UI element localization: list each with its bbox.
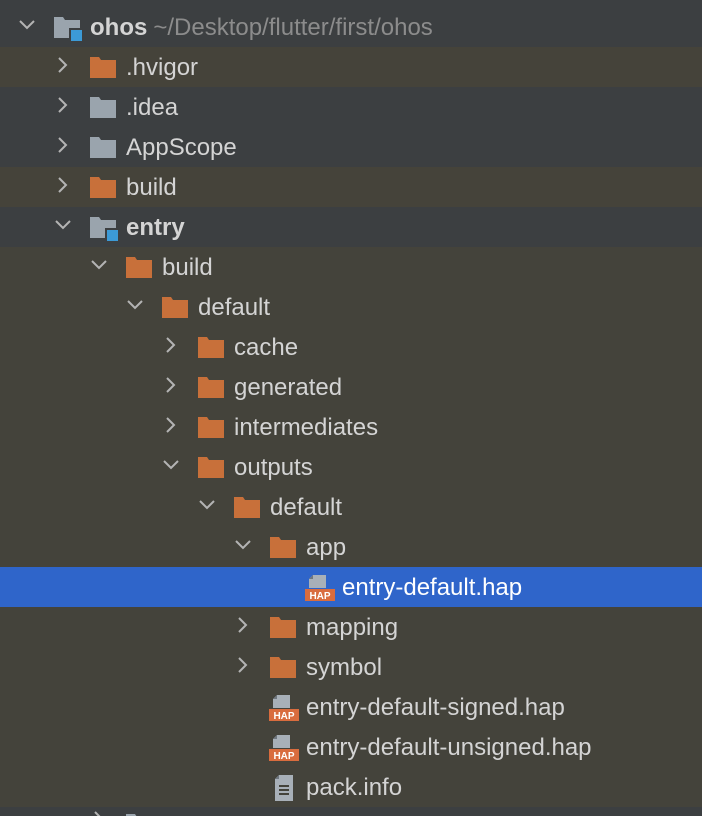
chevron-right-icon[interactable] <box>233 655 253 675</box>
chevron-right-icon[interactable] <box>53 95 73 115</box>
folder-orange-icon <box>197 414 227 442</box>
chevron-down-icon[interactable] <box>89 255 109 275</box>
tree-row-label: ohos ~/Desktop/flutter/first/ohos <box>90 14 433 42</box>
tree-row-intermediates[interactable]: intermediates <box>0 407 702 447</box>
hap-badge-text: HAP <box>309 591 330 602</box>
folder-orange-icon <box>125 254 155 282</box>
tree-row-label: app <box>306 534 347 561</box>
folder-orange-icon <box>197 374 227 402</box>
tree-row-generated[interactable]: generated <box>0 367 702 407</box>
tree-row-app[interactable]: app <box>0 527 702 567</box>
module-folder-icon <box>53 14 83 42</box>
hap-badge-text: HAP <box>273 711 294 722</box>
tree-row-label: entry-default-signed.hap <box>306 694 565 721</box>
folder-orange-icon <box>197 454 227 482</box>
folder-orange-icon <box>269 614 299 642</box>
tree-row-idea[interactable]: .idea <box>0 87 702 127</box>
tree-row-label: mapping <box>306 614 399 641</box>
folder-gray-icon <box>125 811 155 816</box>
tree-row-label: build <box>126 174 177 201</box>
chevron-right-icon <box>89 809 109 816</box>
tree-row-label: pack.info <box>306 774 403 801</box>
tree-row-build[interactable]: build <box>0 167 702 207</box>
folder-orange-icon <box>89 174 119 202</box>
tree-row-entry-default-signed-hap[interactable]: HAP entry-default-signed.hap <box>0 687 702 727</box>
tree-row-label: entry-default-unsigned.hap <box>306 734 592 761</box>
chevron-down-icon[interactable] <box>125 295 145 315</box>
root-path: ~/Desktop/flutter/first/ohos <box>153 14 433 41</box>
project-tree: ohos ~/Desktop/flutter/first/ohos .hvigor… <box>0 0 702 816</box>
tree-row-hvigor[interactable]: .hvigor <box>0 47 702 87</box>
tree-row-outputs[interactable]: outputs <box>0 447 702 487</box>
chevron-down-icon[interactable] <box>161 455 181 475</box>
chevron-right-icon[interactable] <box>53 175 73 195</box>
hap-file-icon: HAP <box>268 694 299 722</box>
folder-gray-icon <box>89 94 119 122</box>
chevron-right-icon[interactable] <box>161 375 181 395</box>
tree-row-appscope[interactable]: AppScope <box>0 127 702 167</box>
module-folder-icon <box>89 214 119 242</box>
tree-row-label: symbol <box>306 654 383 681</box>
tree-row-label: entry <box>126 214 185 241</box>
chevron-right-icon[interactable] <box>161 335 181 355</box>
chevron-down-icon[interactable] <box>233 535 253 555</box>
tree-row-ohos[interactable]: ohos ~/Desktop/flutter/first/ohos <box>0 7 702 47</box>
chevron-right-icon[interactable] <box>53 135 73 155</box>
tree-row-mapping[interactable]: mapping <box>0 607 702 647</box>
tree-row-label: default <box>270 494 343 521</box>
folder-orange-icon <box>161 294 191 322</box>
folder-orange-icon <box>197 334 227 362</box>
folder-gray-icon <box>89 134 119 162</box>
tree-row-label: cache <box>234 334 299 361</box>
tree-row-label: AppScope <box>126 134 237 161</box>
tree-row-label: generated <box>234 374 343 401</box>
tree-row-default[interactable]: default <box>0 287 702 327</box>
hap-badge-text: HAP <box>273 751 294 762</box>
tree-row-entry[interactable]: entry <box>0 207 702 247</box>
tree-row-label: default <box>198 294 271 321</box>
tree-row-label: entry-default.hap <box>342 574 523 601</box>
text-file-icon <box>272 774 302 802</box>
tree-row-symbol[interactable]: symbol <box>0 647 702 687</box>
hap-file-icon: HAP <box>304 574 335 602</box>
tree-row-entry-build[interactable]: build <box>0 247 702 287</box>
tree-row-label: .hvigor <box>126 54 199 81</box>
tree-row-label: outputs <box>234 454 313 481</box>
chevron-down-icon[interactable] <box>197 495 217 515</box>
tree-row-label: build <box>162 254 213 281</box>
tree-row-label: intermediates <box>234 414 379 441</box>
chevron-right-icon[interactable] <box>233 615 253 635</box>
tree-row-partial <box>0 807 702 816</box>
tree-row-entry-default-hap[interactable]: HAP entry-default.hap <box>0 567 702 607</box>
hap-file-icon: HAP <box>268 734 299 762</box>
chevron-down-icon[interactable] <box>53 215 73 235</box>
folder-orange-icon <box>269 654 299 682</box>
chevron-right-icon[interactable] <box>161 415 181 435</box>
tree-row-label: .idea <box>126 94 179 121</box>
folder-orange-icon <box>233 494 263 522</box>
tree-row-pack-info[interactable]: pack.info <box>0 767 702 807</box>
tree-row-outputs-default[interactable]: default <box>0 487 702 527</box>
tree-row-entry-default-unsigned-hap[interactable]: HAP entry-default-unsigned.hap <box>0 727 702 767</box>
chevron-right-icon[interactable] <box>53 55 73 75</box>
chevron-down-icon[interactable] <box>17 15 37 35</box>
tree-row-cache[interactable]: cache <box>0 327 702 367</box>
root-name: ohos <box>90 14 148 41</box>
folder-orange-icon <box>269 534 299 562</box>
folder-orange-icon <box>89 54 119 82</box>
